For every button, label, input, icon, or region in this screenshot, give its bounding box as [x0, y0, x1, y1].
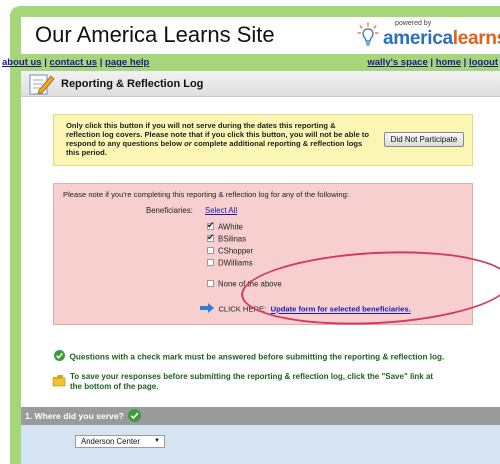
edit-log-icon: [27, 73, 55, 100]
notice-text-or: or: [184, 139, 192, 148]
serve-location-value: Anderson Center: [81, 437, 140, 446]
logo-brand: americalearns: [383, 28, 500, 50]
americalearns-logo[interactable]: powered by americalearns: [357, 20, 500, 52]
arrow-right-icon: [200, 300, 214, 318]
nav-contact-us[interactable]: contact us: [50, 57, 98, 68]
nav-right: wally's space | home | logout: [367, 57, 498, 68]
notice-text: Only click this button if you will not s…: [66, 121, 371, 157]
folder-icon: [52, 374, 66, 392]
did-not-participate-button[interactable]: Did Not Participate: [384, 132, 464, 147]
beneficiary-option[interactable]: BSilinas: [207, 230, 246, 243]
nav-logout[interactable]: logout: [469, 57, 498, 68]
logo-brand-america: america: [383, 28, 453, 49]
beneficiaries-note: Please note if you're completing this re…: [63, 190, 349, 199]
checkbox[interactable]: [207, 280, 214, 288]
main-content: Reporting & Reflection Log Only click th…: [21, 71, 500, 464]
beneficiaries-label: Beneficiaries:: [146, 206, 193, 215]
green-check-icon: [54, 348, 65, 366]
top-nav: about us | contact us | page help wally'…: [0, 57, 500, 69]
save-note-line-2: the bottom of the page.: [70, 382, 159, 391]
log-header: Reporting & Reflection Log: [21, 71, 500, 97]
beneficiary-option[interactable]: AWhite: [207, 218, 243, 231]
logo-brand-learns: learns: [452, 28, 500, 49]
nav-separator: |: [44, 57, 47, 68]
beneficiary-label: DWilliams: [218, 258, 253, 268]
site-title: Our America Learns Site: [35, 22, 275, 47]
beneficiary-option[interactable]: DWilliams: [207, 254, 253, 268]
nav-left: about us | contact us | page help: [2, 57, 149, 68]
question-1-body: Anderson Center ▼: [21, 425, 500, 464]
save-note-line-1: To save your responses before submitting…: [70, 372, 434, 381]
question-1-header: 1. Where did you serve?: [21, 407, 500, 425]
site-header: Our America Learns Site powered by ameri…: [21, 17, 500, 54]
lightbulb-icon: [357, 22, 379, 53]
question-1-title: 1. Where did you serve?: [25, 411, 124, 421]
required-note-text: Questions with a check mark must be answ…: [69, 352, 445, 362]
checkbox[interactable]: [207, 259, 214, 267]
nav-separator: |: [463, 57, 467, 68]
nav-wallys-space[interactable]: wally's space: [367, 57, 427, 68]
log-title: Reporting & Reflection Log: [61, 78, 204, 90]
beneficiary-option[interactable]: CShopper: [207, 242, 253, 255]
did-not-participate-notice: Only click this button if you will not s…: [53, 114, 473, 166]
nav-page-help[interactable]: page help: [105, 57, 149, 68]
select-all-link[interactable]: Select All: [205, 206, 237, 215]
nav-home[interactable]: home: [436, 57, 461, 68]
chevron-down-icon: ▼: [154, 438, 160, 444]
save-note-text: To save your responses before submitting…: [70, 372, 433, 392]
serve-location-select[interactable]: Anderson Center ▼: [75, 435, 165, 448]
required-questions-note: Questions with a check mark must be answ…: [54, 348, 444, 366]
logo-powered-by: powered by: [395, 20, 432, 27]
nav-about-us[interactable]: about us: [2, 57, 42, 68]
nav-separator: |: [99, 57, 103, 68]
nav-separator: |: [430, 57, 434, 68]
